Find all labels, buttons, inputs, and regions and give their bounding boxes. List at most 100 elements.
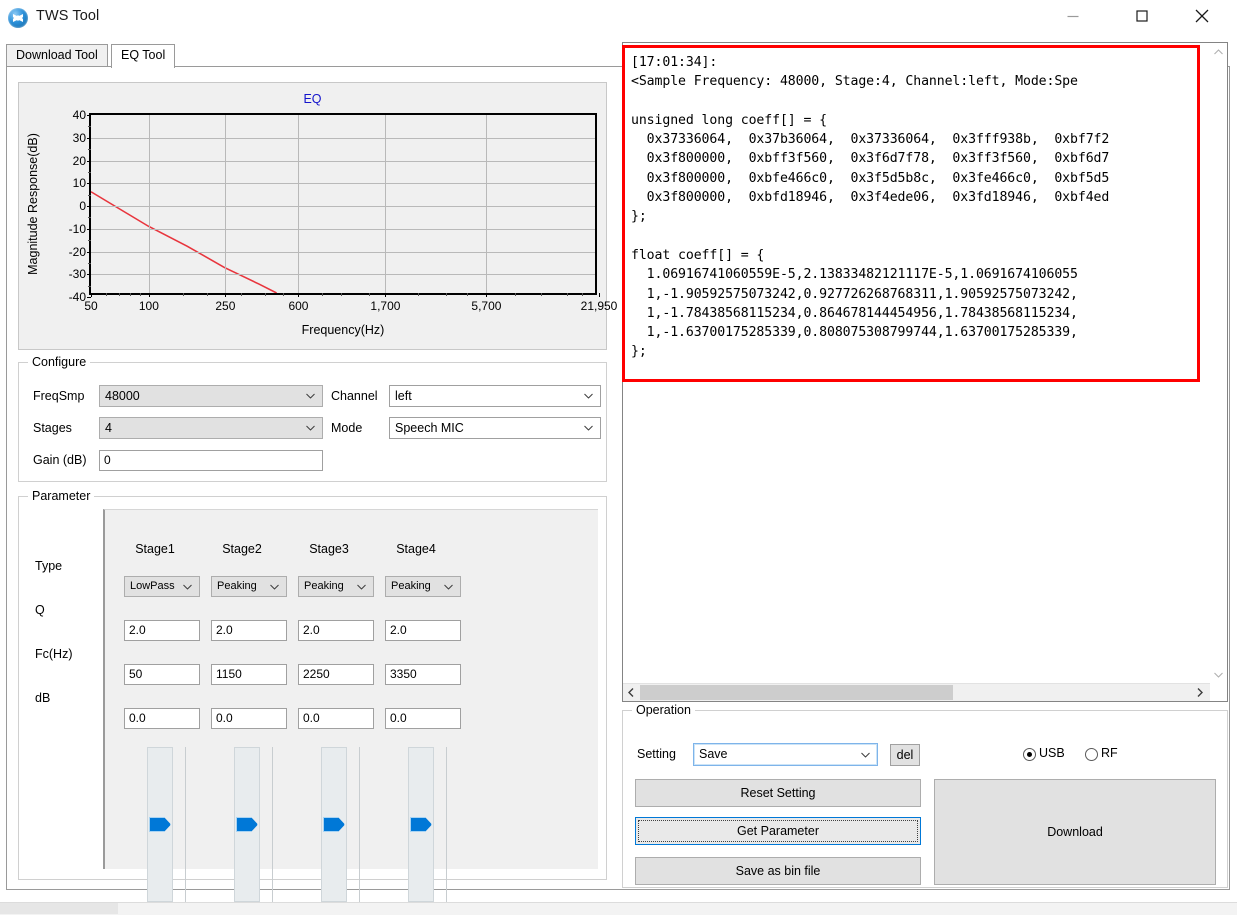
globe-icon <box>8 8 28 28</box>
chart-y-tickmark <box>87 297 91 298</box>
chart-x-tickmark <box>149 293 150 297</box>
stage1-slider-scale <box>185 747 186 902</box>
chart-x-minor-tick <box>183 293 184 296</box>
stage2-type-select[interactable]: Peaking <box>211 576 287 597</box>
chevron-down-icon <box>270 584 279 589</box>
stage4-type-value: Peaking <box>391 580 431 592</box>
radio-usb-dot <box>1023 748 1036 761</box>
stage3-type-value: Peaking <box>304 580 344 592</box>
log-vertical-scrollbar[interactable] <box>1210 43 1227 684</box>
stage3-header: Stage3 <box>285 542 373 556</box>
stage4-db-input[interactable]: 0.0 <box>385 708 461 729</box>
chart-x-minor-tick <box>130 293 131 296</box>
chevron-right-icon[interactable] <box>1196 688 1204 697</box>
chart-x-tick: 1,700 <box>353 299 417 313</box>
stage4-q-input[interactable]: 2.0 <box>385 620 461 641</box>
setting-select[interactable]: Save <box>693 743 878 766</box>
chevron-down-icon <box>584 394 593 399</box>
chart-y-tickmark <box>87 161 91 162</box>
chart-x-minor-tick <box>582 293 583 296</box>
stage1-q-input[interactable]: 2.0 <box>124 620 200 641</box>
chart-gridline-v <box>225 115 226 293</box>
chart-x-tickmark <box>385 293 386 297</box>
channel-select[interactable]: left <box>389 385 601 407</box>
download-button[interactable]: Download <box>934 779 1216 885</box>
stage3-q-input[interactable]: 2.0 <box>298 620 374 641</box>
stage4-fc-input[interactable]: 3350 <box>385 664 461 685</box>
tab-download-tool[interactable]: Download Tool <box>6 44 108 67</box>
chart-x-minor-tick <box>341 293 342 296</box>
chart-x-minor-tick <box>515 293 516 296</box>
radio-rf-dot <box>1085 748 1098 761</box>
stage2-header: Stage2 <box>198 542 286 556</box>
stages-select[interactable]: 4 <box>99 417 323 439</box>
chart-y-tick: 30 <box>52 131 86 145</box>
stage1-fc-input[interactable]: 50 <box>124 664 200 685</box>
stage1-db-input[interactable]: 0.0 <box>124 708 200 729</box>
configure-group: Configure FreqSmp 48000 Channel left Sta… <box>18 362 607 482</box>
setting-value: Save <box>699 747 728 761</box>
channel-value: left <box>395 389 412 403</box>
tab-eq-tool[interactable]: EQ Tool <box>111 44 175 68</box>
chart-title: EQ <box>19 92 606 106</box>
chart-y-tick: -30 <box>52 267 86 281</box>
chart-y-tickmark <box>87 252 91 253</box>
chart-x-tick: 250 <box>193 299 257 313</box>
delete-setting-button[interactable]: del <box>890 744 920 766</box>
db-row-label: dB <box>35 691 50 705</box>
chart-x-minor-tick <box>241 293 242 296</box>
chart-gridline-v <box>385 115 386 293</box>
radio-rf-label: RF <box>1101 746 1118 760</box>
chart-x-minor-tick <box>322 293 323 296</box>
get-parameter-button[interactable]: Get Parameter <box>635 817 921 845</box>
mode-value: Speech MIC <box>395 421 464 435</box>
gain-input[interactable]: 0 <box>99 450 323 471</box>
close-icon[interactable] <box>1179 0 1225 32</box>
chart-y-tickmark <box>87 229 91 230</box>
stage3-db-input[interactable]: 0.0 <box>298 708 374 729</box>
reset-setting-button[interactable]: Reset Setting <box>635 779 921 807</box>
log-output-panel[interactable]: [17:01:34]: <Sample Frequency: 48000, St… <box>622 42 1228 702</box>
chart-gridline-h <box>91 183 595 184</box>
chart-y-axis-label: Magnitude Response(dB) <box>26 133 40 275</box>
radio-usb-label: USB <box>1039 746 1065 760</box>
chevron-down-icon[interactable] <box>1214 672 1223 678</box>
stage1-type-select[interactable]: LowPass <box>124 576 200 597</box>
window-title: TWS Tool <box>36 8 99 24</box>
chevron-left-icon[interactable] <box>627 688 635 697</box>
freqsmp-value: 48000 <box>105 389 140 403</box>
log-horizontal-scrollbar[interactable] <box>623 683 1210 701</box>
chart-y-tickmark <box>87 183 91 184</box>
chart-x-minor-tick <box>119 293 120 296</box>
save-as-bin-file-label: Save as bin file <box>636 864 920 878</box>
get-parameter-label: Get Parameter <box>636 824 920 838</box>
chevron-down-icon <box>306 426 315 431</box>
chart-x-minor-tick <box>567 293 568 296</box>
stage3-fc-input[interactable]: 2250 <box>298 664 374 685</box>
mode-select[interactable]: Speech MIC <box>389 417 601 439</box>
chart-y-minor-tick <box>88 217 91 218</box>
channel-label: Channel <box>331 389 378 403</box>
chevron-up-icon[interactable] <box>1214 49 1223 55</box>
chart-x-minor-tick <box>418 293 419 296</box>
chevron-down-icon <box>444 584 453 589</box>
chart-y-tickmark <box>87 115 91 116</box>
stage2-fc-input[interactable]: 1150 <box>211 664 287 685</box>
stage2-slider-scale <box>272 747 273 902</box>
freqsmp-select[interactable]: 48000 <box>99 385 323 407</box>
stage4-type-select[interactable]: Peaking <box>385 576 461 597</box>
chart-y-tick: 0 <box>52 199 86 213</box>
chevron-down-icon <box>306 394 315 399</box>
minimize-icon[interactable] <box>1050 0 1096 32</box>
stage3-type-select[interactable]: Peaking <box>298 576 374 597</box>
log-hscroll-thumb[interactable] <box>640 685 953 700</box>
chart-x-minor-tick <box>467 293 468 296</box>
maximize-icon[interactable] <box>1119 0 1165 32</box>
chart-x-tick: 100 <box>117 299 181 313</box>
taskbar-accent <box>0 903 118 914</box>
taskbar-strip <box>0 902 1237 915</box>
stage2-q-input[interactable]: 2.0 <box>211 620 287 641</box>
save-as-bin-file-button[interactable]: Save as bin file <box>635 857 921 885</box>
q-row-label: Q <box>35 603 45 617</box>
stage2-db-input[interactable]: 0.0 <box>211 708 287 729</box>
